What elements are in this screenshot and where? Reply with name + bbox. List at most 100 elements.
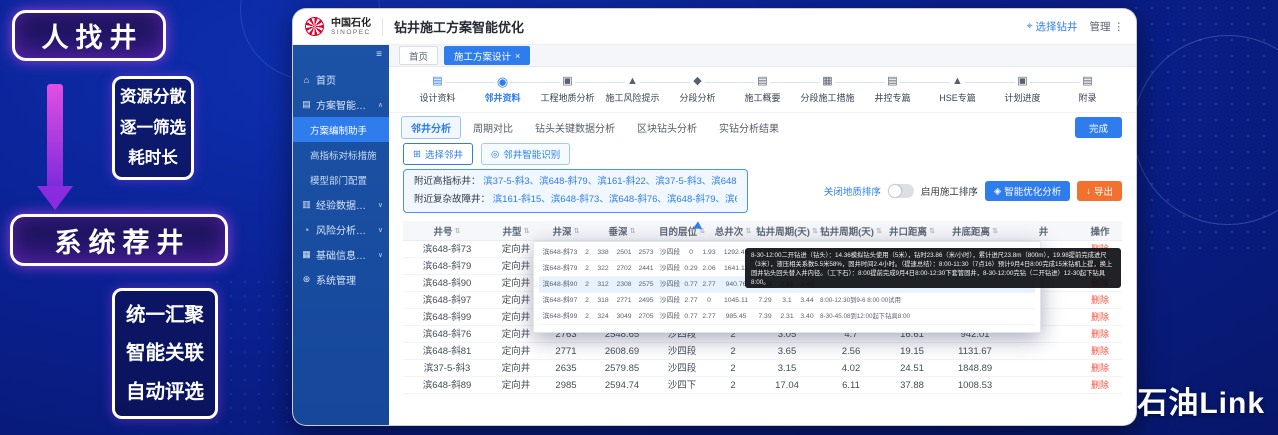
step-label: HSE专篇: [939, 93, 976, 103]
sidebar-item[interactable]: ◔ 风险分析助手 ∨: [293, 217, 389, 242]
subtab[interactable]: 区块钻头分析: [627, 116, 707, 139]
sort-icon[interactable]: ⇅: [929, 227, 935, 235]
base-icon: ▦: [302, 249, 311, 259]
sort-controls: 关闭地质排序 启用施工排序 ◈ 智能优化分析 ↓ 导出: [824, 181, 1122, 202]
sidebar-item[interactable]: ▥ 经验数据助手 ∨: [293, 192, 389, 217]
delete-button[interactable]: 删除: [1091, 360, 1109, 376]
popup-cell: 2308: [616, 281, 632, 289]
complex-wells-line: 附近复杂故障井： 滨161-斜15、滨648-斜73、滨648-斜76、滨648…: [414, 191, 737, 209]
sidebar: ≡ ⌂ 首页 ▤ 方案智能生成 ∧ 方案编制助手高指标对标措施 模型部门配置 ▥ 经验数据助手 ∨…: [293, 45, 389, 425]
popup-cell: 2: [585, 297, 589, 305]
sort-toggle[interactable]: [887, 184, 914, 199]
solution-box: 统一汇聚 智能关联 自动评选: [112, 288, 218, 419]
high-wells-list[interactable]: 滨37-5-斜3、滨648-斜79、滨161-斜22、滨37-5-斜3、滨648…: [483, 176, 737, 187]
popup-cell: 滨648-斜90: [542, 281, 578, 289]
column-header: 井: [1009, 224, 1078, 238]
select-neighbor-button[interactable]: ⊞ 选择邻井: [403, 143, 473, 165]
column-label: 钻井周期(天): [820, 226, 874, 238]
down-arrow-icon: [37, 186, 73, 210]
stepper-step[interactable]: ▤ 井控专篇: [860, 74, 925, 104]
stepper-step[interactable]: ▲ 施工风险提示: [600, 74, 665, 104]
sort-icon[interactable]: ⇅: [574, 227, 580, 235]
sidebar-item-label: 系统管理: [316, 276, 356, 287]
column-label: 井深: [552, 226, 572, 238]
popup-cell: 2501: [616, 249, 632, 257]
select-well-label: 选择钻井: [1035, 21, 1078, 33]
popup-cell: 1.93: [702, 249, 716, 257]
sort-icon[interactable]: ⇅: [876, 227, 882, 235]
chevron-up-icon: ∧: [377, 101, 383, 109]
export-button[interactable]: ↓ 导出: [1077, 181, 1122, 202]
flow-badge-system: 系统荐井: [10, 214, 228, 266]
menu-icon[interactable]: ≡: [376, 49, 382, 60]
popup-cell: 2: [585, 249, 589, 257]
stepper-step[interactable]: ▲ HSE专篇: [925, 74, 990, 104]
doc-icon: ▤: [430, 74, 445, 89]
finish-button[interactable]: 完成: [1074, 117, 1122, 138]
table-cell: 2771: [555, 346, 577, 358]
chevron-down-icon: ∨: [377, 251, 383, 259]
sidebar-item-label: 首页: [316, 76, 336, 87]
table-cell: 2: [730, 346, 736, 358]
stepper-step[interactable]: ▦ 分段施工措施: [795, 74, 860, 104]
subtab[interactable]: 钻头关键数据分析: [525, 116, 625, 139]
sidebar-item[interactable]: ▦ 基础信息维护 ∨: [293, 242, 389, 267]
tab-home[interactable]: 首页: [399, 46, 439, 65]
sidebar-item[interactable]: ⌂ 首页: [293, 67, 389, 92]
table-cell: 删除: [1078, 309, 1122, 325]
table-cell: 滨648-斜73: [422, 244, 472, 256]
table-row: 滨37-5-斜3 定向井 2635 2579.85 沙四段 2 3.15 4.02 24.51 1…: [403, 360, 1122, 378]
popup-cell: 沙四段: [659, 265, 681, 273]
sidebar-item[interactable]: ▤ 方案智能生成 ∧: [293, 92, 389, 117]
sidebar-item-label: 方案编制助手: [310, 125, 368, 137]
optimize-button[interactable]: ◈ 智能优化分析: [984, 181, 1071, 202]
sort-icon[interactable]: ⇅: [630, 227, 636, 235]
sort-icon[interactable]: ⇅: [524, 227, 530, 235]
admin-menu[interactable]: 管理 ⋮: [1090, 19, 1125, 34]
table-cell: 定向井: [501, 346, 531, 358]
smart-identify-button[interactable]: ◎ 邻井智能识别: [480, 143, 571, 165]
sort-icon[interactable]: ⇅: [455, 227, 461, 235]
scan-icon: ◎: [490, 148, 500, 160]
sidebar-item[interactable]: 模型部门配置: [293, 167, 389, 192]
delete-button[interactable]: 删除: [1091, 309, 1109, 325]
sort-icon[interactable]: ⇅: [812, 227, 818, 235]
sort-icon[interactable]: ⇅: [992, 227, 998, 235]
tab-construction-design[interactable]: 施工方案设计 ×: [444, 46, 531, 65]
column-header: 操作: [1078, 224, 1122, 238]
stepper-step[interactable]: ▤ 施工概要: [730, 74, 795, 104]
sidebar-item[interactable]: ⊛ 系统管理: [293, 267, 389, 292]
complex-wells-list[interactable]: 滨161-斜15、滨648-斜73、滨648-斜76、滨648-斜79、滨648…: [493, 194, 737, 205]
download-icon: ↓: [1086, 185, 1091, 197]
optimize-label: 智能优化分析: [1004, 187, 1062, 199]
sidebar-item[interactable]: 方案编制助手: [293, 117, 389, 142]
stepper-step[interactable]: ▤ 设计资料: [405, 74, 470, 104]
problem-box: 资源分散 逐一筛选 耗时长: [112, 76, 194, 180]
stepper-step[interactable]: ▤ 附录: [1055, 74, 1120, 104]
delete-button[interactable]: 删除: [1091, 326, 1109, 342]
subtab-row: 邻井分析 周期对比 钻头关键数据分析 区块钻头分析 实钻分析结果 完成: [389, 113, 1136, 141]
popup-cell: 2: [585, 313, 589, 321]
select-well-link[interactable]: ⌖ 选择钻井: [1027, 19, 1078, 34]
popup-cell: 312: [597, 281, 609, 289]
stepper-step[interactable]: ▣ 工程地质分析: [535, 74, 600, 104]
subtab[interactable]: 周期对比: [463, 116, 523, 139]
stepper-step[interactable]: ◆ 分段分析: [665, 74, 730, 104]
delete-button[interactable]: 删除: [1091, 292, 1109, 308]
close-icon[interactable]: ×: [515, 51, 520, 61]
table-cell: 删除: [1078, 377, 1122, 393]
subtab[interactable]: 邻井分析: [401, 115, 461, 139]
promo-canvas: 人找井 资源分散 逐一筛选 耗时长 系统荐井 统一汇聚 智能关联 自动评选 中国…: [0, 0, 1278, 435]
table-cell: 删除: [1078, 360, 1122, 376]
popup-cell: 318: [597, 297, 609, 305]
delete-button[interactable]: 删除: [1091, 343, 1109, 359]
sort-icon[interactable]: ⇅: [745, 227, 751, 235]
delete-button[interactable]: 删除: [1091, 377, 1109, 393]
sidebar-item[interactable]: 高指标对标措施: [293, 142, 389, 167]
popup-cell: 1045.11: [723, 297, 749, 305]
stepper-step[interactable]: ▣ 计划进度: [990, 74, 1055, 104]
popup-cell: 0.29: [684, 265, 698, 273]
table-cell: 4.02: [841, 363, 861, 375]
subtab[interactable]: 实钻分析结果: [709, 116, 789, 139]
stepper-step[interactable]: ◉ 邻井资料: [470, 74, 535, 104]
